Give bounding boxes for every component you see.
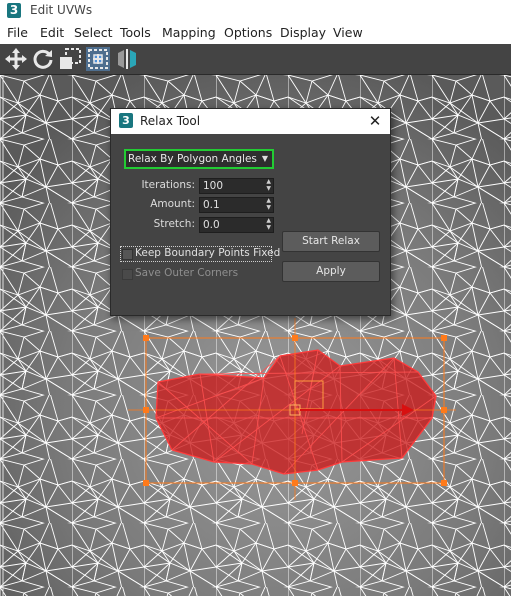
close-icon[interactable]: ✕ [363, 109, 387, 134]
save-outer-corners-checkbox [122, 269, 133, 280]
window-title: Edit UVWs [30, 3, 93, 17]
menu-view[interactable]: View [333, 25, 363, 40]
scale-icon[interactable] [58, 47, 82, 71]
amount-label: Amount: [150, 198, 195, 210]
menu-edit[interactable]: Edit [40, 25, 64, 40]
menu-options[interactable]: Options [224, 25, 272, 40]
spinner-arrows-icon[interactable]: ▲ ▼ [266, 197, 271, 211]
save-outer-corners-label: Save Outer Corners [135, 267, 239, 279]
keep-boundary-label: Keep Boundary Points Fixed [135, 247, 281, 259]
dialog-title: Relax Tool [140, 114, 201, 128]
relax-method-dropdown[interactable]: Relax By Polygon Angles ▼ [124, 149, 274, 169]
menu-tools[interactable]: Tools [120, 25, 151, 40]
keep-boundary-checkbox[interactable] [122, 249, 133, 260]
stretch-spinner[interactable]: 0.0 ▲ ▼ [199, 217, 274, 233]
move-icon[interactable] [4, 47, 28, 71]
stretch-value: 0.0 [203, 219, 220, 231]
dialog-title-bar: 3 Relax Tool ✕ [111, 109, 390, 134]
iterations-label: Iterations: [141, 179, 195, 191]
menu-bar: File Edit Select Tools Mapping Options D… [0, 22, 511, 44]
stretch-label: Stretch: [153, 218, 195, 230]
freeform-mode-icon[interactable] [86, 47, 110, 71]
apply-button[interactable]: Apply [282, 261, 380, 282]
menu-display[interactable]: Display [280, 25, 326, 40]
iterations-spinner[interactable]: 100 ▲ ▼ [199, 178, 274, 194]
iterations-value: 100 [203, 180, 224, 192]
relax-method-value: Relax By Polygon Angles [128, 153, 257, 165]
amount-spinner[interactable]: 0.1 ▲ ▼ [199, 197, 274, 213]
menu-select[interactable]: Select [74, 25, 113, 40]
uv-toolbar [0, 44, 511, 75]
start-relax-button[interactable]: Start Relax [282, 231, 380, 252]
amount-value: 0.1 [203, 199, 220, 211]
relax-tool-dialog: 3 Relax Tool ✕ Relax By Polygon Angles ▼… [110, 108, 391, 316]
3ds-max-logo-icon: 3 [119, 113, 133, 128]
3ds-max-logo-icon: 3 [7, 3, 21, 18]
mirror-icon[interactable] [115, 47, 139, 71]
menu-mapping[interactable]: Mapping [162, 25, 216, 40]
rotate-icon[interactable] [31, 47, 55, 71]
window-title-bar: 3 Edit UVWs [0, 0, 511, 22]
menu-file[interactable]: File [7, 25, 28, 40]
spinner-arrows-icon[interactable]: ▲ ▼ [266, 178, 271, 192]
chevron-down-icon: ▼ [261, 154, 268, 163]
spinner-arrows-icon[interactable]: ▲ ▼ [266, 217, 271, 231]
